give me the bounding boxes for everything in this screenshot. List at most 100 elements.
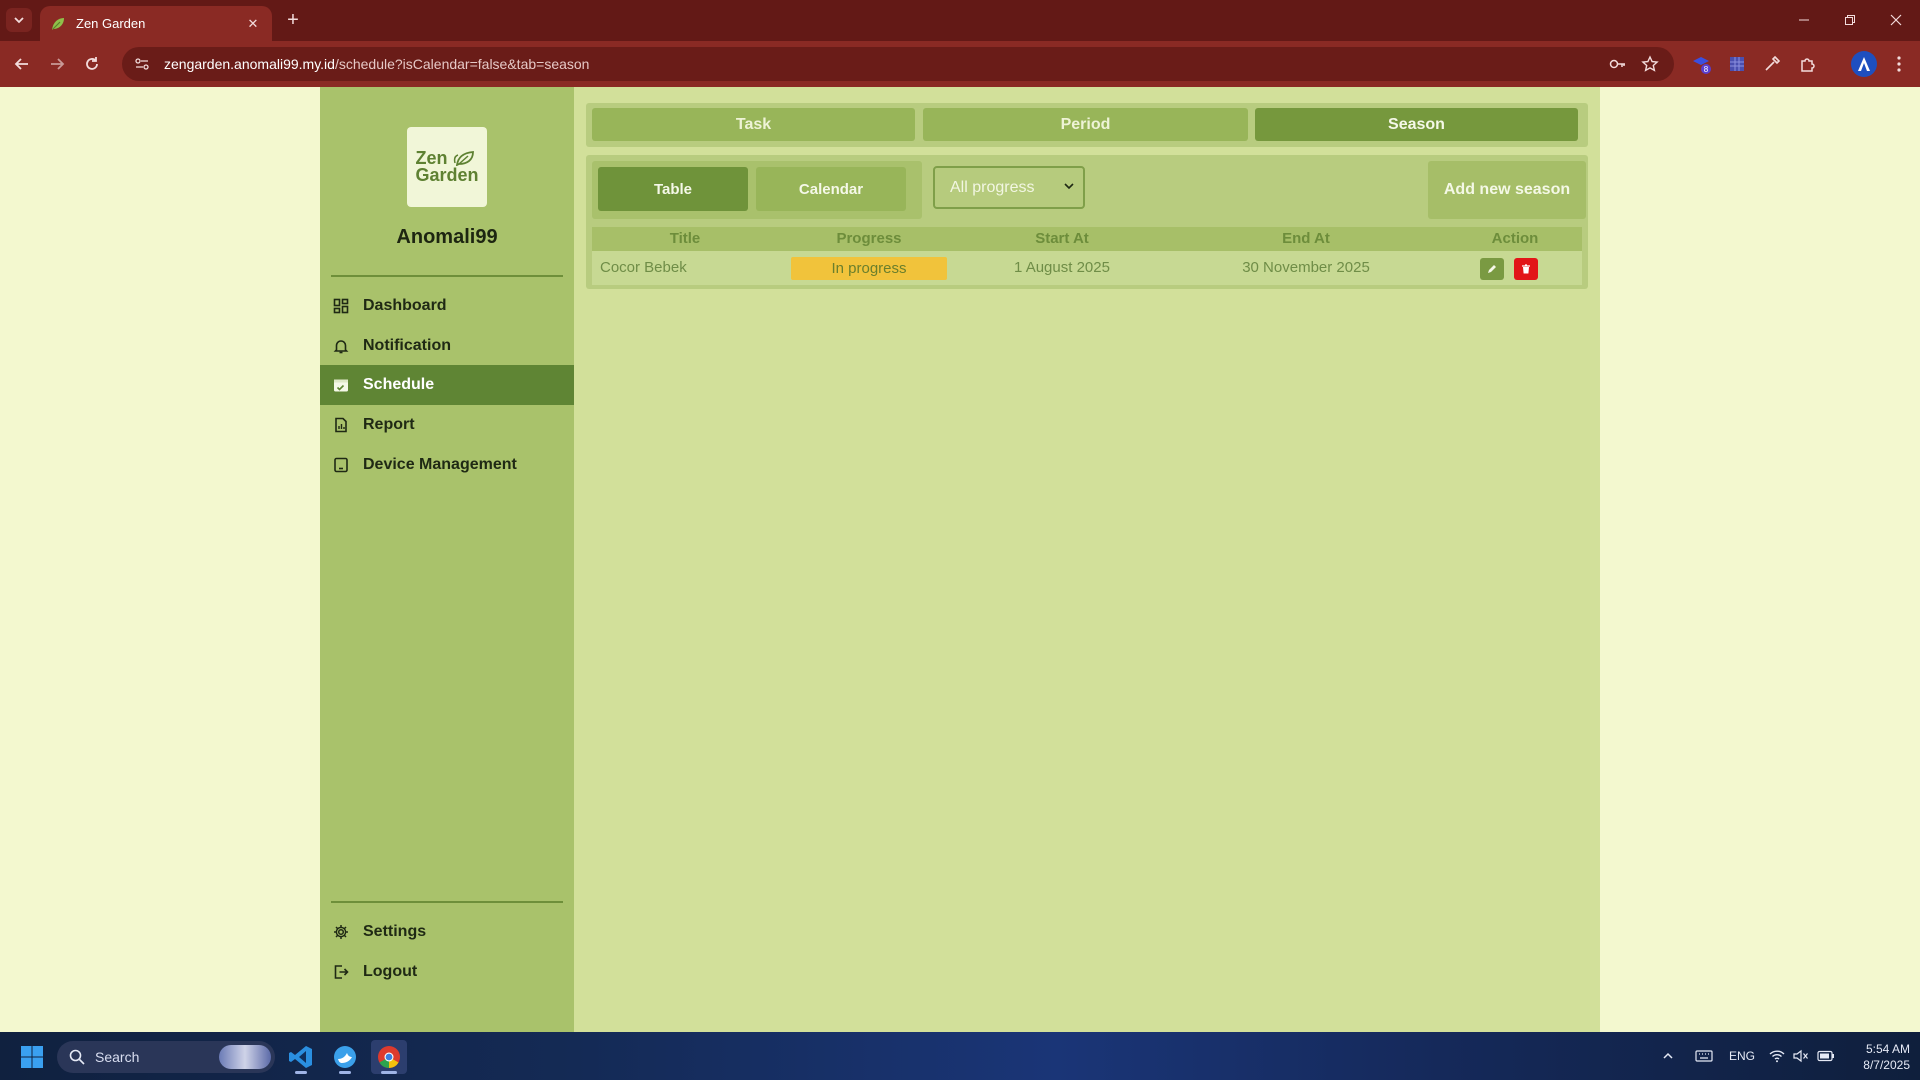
- wifi-icon[interactable]: [1769, 1032, 1785, 1080]
- taskbar: Search ENG 5:54 AM 8/7/2025: [0, 1032, 1920, 1080]
- back-button[interactable]: [10, 52, 34, 76]
- password-key-icon[interactable]: [1606, 47, 1630, 81]
- close-window-button[interactable]: [1873, 0, 1919, 40]
- sidebar-item-report[interactable]: Report: [320, 405, 574, 445]
- progress-filter-value: All progress: [950, 178, 1035, 196]
- chevron-down-icon: [1063, 180, 1075, 192]
- sidebar-item-notification[interactable]: Notification: [320, 326, 574, 366]
- cell-title: Cocor Bebek: [600, 259, 687, 276]
- url-path: /schedule?isCalendar=false&tab=season: [334, 56, 590, 72]
- app-running-indicator: [295, 1071, 307, 1074]
- tab-season[interactable]: Season: [1255, 108, 1578, 141]
- tab-task[interactable]: Task: [592, 108, 915, 141]
- volume-muted-icon[interactable]: [1793, 1032, 1809, 1080]
- main-content: Task Period Season Table Calendar All pr…: [574, 87, 1600, 1032]
- minimize-button[interactable]: [1781, 0, 1827, 40]
- column-header-end-at: End At: [1282, 230, 1330, 247]
- arrow-right-icon: [51, 58, 65, 70]
- reload-button[interactable]: [80, 52, 104, 76]
- show-hidden-icons-button[interactable]: [1662, 1032, 1674, 1080]
- sidebar-item-device-management[interactable]: Device Management: [320, 445, 574, 485]
- restore-button[interactable]: [1827, 0, 1873, 40]
- sidebar-item-schedule[interactable]: Schedule: [320, 365, 574, 405]
- sidebar-item-settings[interactable]: Settings: [320, 912, 574, 952]
- chevron-up-icon: [1663, 1052, 1673, 1059]
- progress-filter-select[interactable]: All progress: [933, 166, 1085, 209]
- bird-app-icon: [334, 1046, 356, 1068]
- sidebar-item-label: Device Management: [363, 456, 517, 473]
- bookmark-star-icon[interactable]: [1638, 47, 1662, 81]
- close-icon: [1890, 14, 1902, 26]
- eyedropper-icon[interactable]: [1760, 52, 1784, 76]
- vscode-icon: [289, 1046, 312, 1068]
- taskbar-search[interactable]: Search: [57, 1041, 275, 1073]
- sidebar-item-label: Notification: [363, 337, 451, 354]
- view-toggle: Table Calendar: [592, 161, 922, 219]
- sidebar-divider-top: [331, 275, 563, 277]
- tab-close-icon[interactable]: ✕: [244, 15, 262, 33]
- edit-button[interactable]: [1480, 258, 1504, 280]
- minimize-icon: [1799, 19, 1809, 21]
- delete-button[interactable]: [1514, 258, 1538, 280]
- extension-badge-icon[interactable]: 8: [1689, 52, 1713, 76]
- forward-button[interactable]: [45, 52, 69, 76]
- battery-icon[interactable]: [1817, 1032, 1835, 1080]
- browser-tabstrip: Zen Garden ✕ +: [0, 0, 1920, 41]
- app-running-indicator: [339, 1071, 351, 1074]
- calendar-icon: [333, 377, 349, 393]
- arrow-left-icon: [14, 58, 28, 70]
- sidebar-item-label: Report: [363, 416, 415, 433]
- table-row: Cocor Bebek In progress 1 August 2025 30…: [592, 251, 1582, 285]
- search-icon: [69, 1049, 85, 1065]
- dashboard-icon: [333, 298, 349, 314]
- chrome-taskbar-app[interactable]: [371, 1040, 407, 1074]
- season-panel: Table Calendar All progress Add new seas…: [586, 155, 1588, 289]
- gear-icon: [333, 924, 349, 940]
- browser-menu-icon[interactable]: [1887, 52, 1911, 76]
- sidebar-item-label: Settings: [363, 923, 427, 940]
- clock-date: 8/7/2025: [1863, 1058, 1910, 1072]
- add-new-season-button[interactable]: Add new season: [1428, 161, 1586, 219]
- column-header-action: Action: [1491, 230, 1539, 247]
- calendar-view-button[interactable]: Calendar: [756, 167, 906, 211]
- leaf-favicon-icon: [50, 16, 66, 32]
- start-button[interactable]: [20, 1045, 44, 1069]
- tablet-icon: [333, 457, 349, 473]
- clock-time: 5:54 AM: [1865, 1042, 1910, 1056]
- language-indicator[interactable]: ENG: [1729, 1032, 1755, 1080]
- sidebar-item-label: Dashboard: [363, 297, 447, 314]
- trash-icon: [1522, 264, 1530, 274]
- address-bar[interactable]: zengarden.anomali99.my.id/schedule?isCal…: [122, 47, 1674, 81]
- logo-line-2: Garden: [415, 165, 479, 185]
- sidebar-item-logout[interactable]: Logout: [320, 952, 574, 992]
- column-header-start-at: Start At: [1035, 230, 1089, 247]
- browser-toolbar: zengarden.anomali99.my.id/schedule?isCal…: [0, 41, 1920, 87]
- profile-avatar[interactable]: [1851, 51, 1877, 77]
- tab-period[interactable]: Period: [923, 108, 1248, 141]
- bluebird-taskbar-app[interactable]: [327, 1040, 363, 1074]
- column-header-progress: Progress: [836, 230, 902, 247]
- sidebar-item-dashboard[interactable]: Dashboard: [320, 286, 574, 326]
- touch-keyboard-button[interactable]: [1695, 1032, 1713, 1080]
- new-tab-button[interactable]: +: [282, 10, 304, 32]
- chrome-icon: [378, 1046, 400, 1068]
- extension-grid-icon[interactable]: [1725, 52, 1749, 76]
- extensions-puzzle-icon[interactable]: [1796, 52, 1820, 76]
- taskbar-search-placeholder: Search: [95, 1049, 140, 1065]
- column-header-title: Title: [669, 230, 701, 247]
- taskbar-clock[interactable]: 5:54 AM 8/7/2025: [1840, 1041, 1910, 1073]
- schedule-tabs: Task Period Season: [586, 103, 1588, 147]
- site-settings-icon[interactable]: [134, 56, 150, 72]
- pencil-icon: [1488, 265, 1496, 273]
- sidebar-divider-bottom: [331, 901, 563, 903]
- vscode-taskbar-app[interactable]: [283, 1040, 319, 1074]
- progress-badge: In progress: [791, 257, 947, 280]
- table-view-button[interactable]: Table: [598, 167, 748, 211]
- tab-search-dropdown-button[interactable]: [6, 8, 32, 32]
- bell-icon: [333, 338, 349, 354]
- search-highlight-image: [219, 1045, 271, 1069]
- sidebar-item-label: Schedule: [363, 376, 435, 393]
- browser-tab[interactable]: Zen Garden ✕: [40, 6, 272, 41]
- cell-start-at: 1 August 2025: [1014, 259, 1110, 276]
- svg-text:8: 8: [1704, 65, 1709, 74]
